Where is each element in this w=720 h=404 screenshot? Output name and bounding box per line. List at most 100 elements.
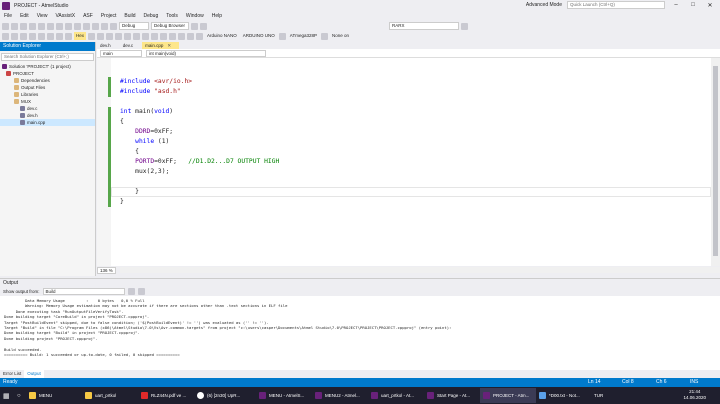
word-wrap-icon[interactable] [137,288,145,295]
menu-help[interactable]: Help [208,13,226,19]
clear-output-icon[interactable] [127,288,135,295]
watch-icon[interactable] [106,32,114,40]
forward-icon[interactable] [11,22,18,30]
minimize-button[interactable]: – [670,2,682,8]
menu-vassistx[interactable]: VAssistX [51,13,79,19]
maximize-button[interactable]: □ [687,2,699,8]
open-icon[interactable] [29,22,36,30]
tree-solution[interactable]: Solution 'PROJECT' (1 project) [0,63,95,70]
taskbar-item[interactable]: MENU - AtmelS... [256,388,312,403]
editor-vertical-scrollbar[interactable] [711,58,720,266]
menu-asf[interactable]: ASF [79,13,97,19]
taskbar-item[interactable]: Start Page - At... [424,388,480,403]
tree-project[interactable]: PROJECT [0,70,95,77]
step-out-icon[interactable] [142,32,150,40]
menu-file[interactable]: File [0,13,16,19]
back-icon[interactable] [2,22,9,30]
debug-browser-dropdown[interactable]: Debug Browser [151,22,189,30]
menu-view[interactable]: View [33,13,52,19]
device-programming-icon[interactable] [196,32,204,40]
indent-icon[interactable] [20,32,27,40]
tree-output-files[interactable]: Output Files [0,84,95,91]
new-project-icon[interactable] [20,22,27,30]
menu-debug[interactable]: Debug [140,13,163,19]
taskbar-item[interactable]: RLZ44N.pdf ve ... [138,388,194,403]
registers-icon[interactable] [97,32,105,40]
start-button[interactable]: ▦ [0,388,14,403]
editor-horizontal-scrollbar[interactable] [119,267,720,273]
tree-dev-c[interactable]: dev.c [0,105,95,112]
clear-bookmarks-icon[interactable] [65,32,72,40]
io-view-icon[interactable] [178,32,186,40]
tree-libraries[interactable]: Libraries [0,91,95,98]
code-editor[interactable]: #include <avr/io.h> #include "asd.h" int… [97,58,711,266]
save-all-icon[interactable] [47,22,54,30]
tab-output[interactable]: Output [24,370,44,378]
tree-mux[interactable]: MUX [0,98,95,105]
save-icon[interactable] [38,22,45,30]
cut-icon[interactable] [56,22,63,30]
step-into-icon[interactable] [133,32,141,40]
zoom-dropdown[interactable]: 136 % [97,266,116,274]
tree-dev-h[interactable]: dev.h [0,112,95,119]
menu-project[interactable]: Project [97,13,121,19]
menu-tools[interactable]: Tools [162,13,182,19]
configuration-dropdown[interactable]: Debug [119,22,149,30]
redo-icon[interactable] [92,22,99,30]
tree-dependencies[interactable]: Dependencies [0,77,95,84]
tree-main-cpp[interactable]: main.cpp [0,119,95,126]
tab-dev-h[interactable]: dev.h [97,42,119,49]
memory-icon[interactable] [88,32,96,40]
next-bookmark-icon[interactable] [47,32,54,40]
mode-label[interactable]: Advanced Mode [526,2,562,8]
taskbar-item-active[interactable]: PROJECT - Atm... [480,388,536,403]
hex-toggle-button[interactable]: Hex [74,32,87,40]
bookmark-icon[interactable] [38,32,45,40]
device-button[interactable]: ATmega328P [288,32,319,40]
processor-icon[interactable] [187,32,195,40]
taskbar-item[interactable]: (6) [2n30] UpR... [194,388,256,403]
language-indicator[interactable]: TUR [594,393,603,398]
tab-dev-c[interactable]: dev.c [120,42,141,49]
tool-selector[interactable]: None on [330,32,351,40]
solution-search-input[interactable]: Search Solution Explorer (Ctrl+;) [1,53,94,61]
menu-edit[interactable]: Edit [16,13,33,19]
find-icon[interactable] [191,22,198,30]
task-view-button[interactable]: ○ [14,388,26,403]
step-over-icon[interactable] [124,32,132,40]
arduino-uno-button[interactable]: ARDUINO UNO [241,32,277,40]
paste-icon[interactable] [74,22,81,30]
undo-icon[interactable] [83,22,90,30]
quick-launch-input[interactable]: Quick Launch (Ctrl+Q) [567,1,665,9]
menu-window[interactable]: Window [182,13,208,19]
tab-error-list[interactable]: Error List [0,370,24,378]
menu-build[interactable]: Build [120,13,139,19]
comment-icon[interactable] [2,32,9,40]
tab-main-cpp[interactable]: main.cpp ✕ [142,42,180,49]
taskbar-item[interactable]: MENU [26,388,82,403]
taskbar-item[interactable]: uart_prtkol [82,388,138,403]
prev-bookmark-icon[interactable] [56,32,63,40]
close-tab-icon[interactable]: ✕ [167,43,171,48]
outdent-icon[interactable] [29,32,36,40]
close-button[interactable]: ✕ [704,2,716,9]
uncomment-icon[interactable] [11,32,18,40]
run-to-cursor-icon[interactable] [151,32,159,40]
scroll-thumb[interactable] [713,66,718,256]
breakpoint-icon[interactable] [115,32,123,40]
member-dropdown[interactable]: int main(void) [146,49,266,57]
options-icon[interactable] [200,22,207,30]
disassembly-icon[interactable] [169,32,177,40]
taskbar-item[interactable]: *D00.txt - Not... [536,388,586,403]
find-box[interactable]: RARX [389,22,459,30]
arduino-nano-button[interactable]: Arduino NANO [205,32,239,40]
reset-icon[interactable] [160,32,168,40]
start-debug-icon[interactable] [110,22,117,30]
build-icon[interactable] [101,22,108,30]
search-icon[interactable] [461,22,468,30]
taskbar-item[interactable]: uart_prtkol - At... [368,388,424,403]
output-source-dropdown[interactable]: Build [42,288,125,295]
scope-dropdown[interactable]: main [100,49,142,57]
copy-icon[interactable] [65,22,72,30]
taskbar-clock[interactable]: 21:44 14.06.2020 [683,389,706,401]
